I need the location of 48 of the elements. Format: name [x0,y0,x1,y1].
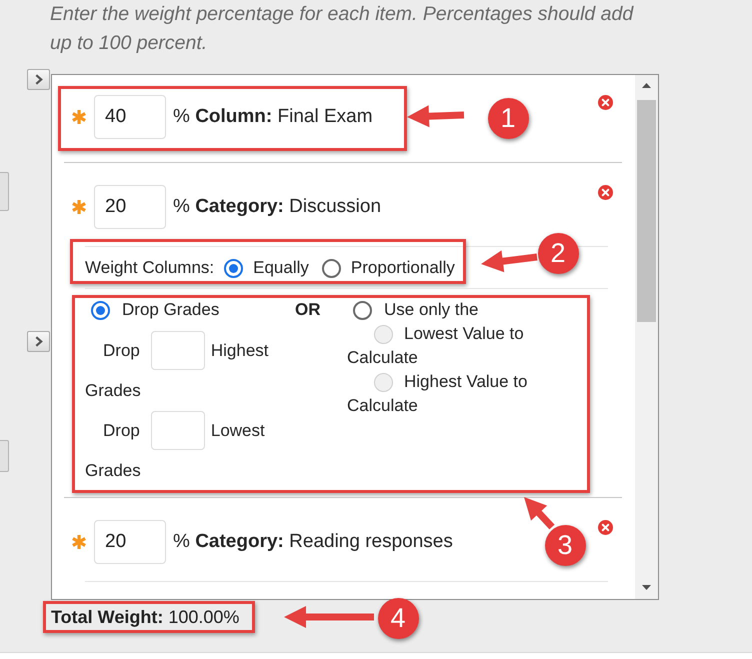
instruction-text: Enter the weight percentage for each item. Percentages should add up to 100 percent. [50,2,635,56]
asterisk-icon [72,535,86,549]
callout-badge: 4 [378,598,418,638]
expand-button[interactable] [27,69,50,90]
expand-button[interactable] [27,331,50,352]
scrollbar-thumb[interactable] [637,100,656,322]
asterisk-icon [72,200,86,214]
close-icon[interactable] [598,95,613,110]
option-label: Proportionally [350,257,455,279]
arrow-icon [524,497,555,530]
weight-input[interactable]: 20 [94,185,166,229]
radio-button[interactable] [224,258,244,278]
drop-label: Drop [103,340,140,362]
option-label: Calculate [347,347,418,369]
caret-down-icon[interactable] [642,585,651,590]
option-label: Highest Value to [404,371,528,393]
close-icon[interactable] [598,520,613,535]
item-label: % Column: Final Exam [173,105,373,129]
drop-count-input[interactable] [150,411,205,450]
arrow-icon [481,250,538,273]
drop-label: Lowest [210,420,265,442]
radio-button[interactable] [353,300,372,320]
drop-label: Grades [85,460,141,482]
radio-button[interactable] [91,300,110,320]
option-label: Drop Grades [122,299,220,321]
chevron-right-icon [34,336,42,347]
total-weight-text: Total Weight: 100.00% [51,606,240,629]
weight-input[interactable]: 40 [94,95,166,139]
drop-count-input[interactable] [150,331,205,370]
or-label: OR [295,299,320,321]
drop-label: Drop [103,420,140,442]
drop-label: Grades [85,380,141,402]
caret-up-icon[interactable] [642,83,651,88]
item-label: % Category: Reading responses [173,530,453,554]
option-label: Equally [253,257,309,279]
option-label: Lowest Value to [404,323,524,345]
asterisk-icon [72,110,86,124]
option-label: Use only the [384,299,478,321]
weight-columns-label: Weight Columns: [85,257,214,279]
option-label: Calculate [347,395,418,417]
close-icon[interactable] [598,185,613,200]
chevron-right-icon [34,74,42,85]
scrollbar[interactable] [635,75,658,599]
weight-input[interactable]: 20 [94,520,166,564]
drop-label: Highest [210,340,268,362]
arrow-icon [284,606,374,628]
item-label: % Category: Discussion [173,195,382,219]
radio-button[interactable] [322,258,341,278]
